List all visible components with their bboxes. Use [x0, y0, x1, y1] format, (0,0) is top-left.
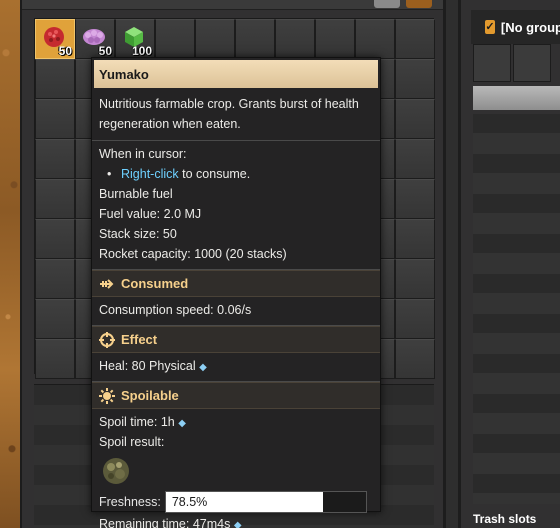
inventory-slot[interactable]	[35, 59, 75, 99]
consumption-speed-row: Consumption speed: 0.06/s	[99, 300, 373, 320]
heal-value: 80 Physical	[131, 359, 196, 373]
group-checkbox[interactable]: ✓	[485, 20, 495, 34]
logistics-bar[interactable]	[473, 86, 560, 110]
spoil-result-label: Spoil result:	[99, 435, 165, 449]
inventory-slot[interactable]	[35, 259, 75, 299]
remaining-time-row: Remaining time: 47m4s ◆	[99, 514, 373, 528]
effect-crosshair-icon	[99, 331, 115, 348]
consumed-header: Consumed	[92, 270, 380, 297]
inventory-slot[interactable]	[275, 19, 315, 59]
inventory-slot[interactable]	[395, 339, 435, 379]
logistics-slot[interactable]	[473, 44, 511, 82]
heal-label: Heal:	[99, 359, 129, 373]
rocket-capacity-label: Rocket capacity:	[99, 247, 191, 261]
freshness-row: Freshness: 78.5%	[99, 490, 373, 514]
inventory-slot[interactable]	[155, 19, 195, 59]
fuel-value: 2.0 MJ	[163, 207, 202, 221]
freshness-value: 78.5%	[171, 495, 208, 509]
logistics-grid	[473, 114, 560, 504]
item-count: 100	[131, 44, 152, 58]
inventory-slot[interactable]	[195, 19, 235, 59]
item-count: 50	[58, 44, 72, 58]
heal-row: Heal: 80 Physical ◆	[99, 356, 373, 376]
right-click-key: Right-click	[121, 167, 179, 181]
stack-size-row: Stack size: 50	[99, 224, 373, 244]
inventory-slot[interactable]	[395, 179, 435, 219]
spoilable-gear-icon	[99, 387, 115, 404]
inventory-slot[interactable]	[395, 99, 435, 139]
fuel-value-row: Fuel value: 2.0 MJ	[99, 204, 373, 224]
consumed-icon	[99, 276, 115, 292]
inventory-slot[interactable]	[35, 139, 75, 179]
tooltip-description: Nutritious farmable crop. Grants burst o…	[92, 88, 380, 141]
inventory-slot[interactable]	[395, 299, 435, 339]
info-diamond-icon: ◆	[178, 418, 186, 429]
bullet-icon: •	[107, 167, 112, 181]
tooltip-properties: When in cursor: • Right-click to consume.…	[92, 141, 380, 270]
inventory-slot[interactable]	[35, 219, 75, 259]
inventory-slot[interactable]: 100	[115, 19, 155, 59]
inventory-slot[interactable]	[35, 179, 75, 219]
spoilable-heading: Spoilable	[121, 388, 179, 403]
inventory-slot[interactable]	[395, 139, 435, 179]
rocket-capacity-value: 1000 (20 stacks)	[194, 247, 287, 261]
inventory-slot[interactable]	[315, 19, 355, 59]
freshness-bar: 78.5%	[164, 491, 367, 513]
item-count: 50	[98, 44, 112, 58]
inventory-slot[interactable]	[35, 339, 75, 379]
consumption-speed-value: 0.06/s	[217, 303, 252, 317]
inventory-slot[interactable]	[395, 219, 435, 259]
freshness-label: Freshness:	[99, 495, 161, 509]
world-background	[0, 0, 22, 528]
burnable-label: Burnable fuel	[99, 187, 173, 201]
inventory-slot[interactable]	[395, 19, 435, 59]
tooltip-title: Yumako	[94, 60, 378, 88]
inventory-slot[interactable]	[355, 19, 395, 59]
effect-heading: Effect	[121, 332, 158, 347]
remaining-time-label: Remaining time:	[99, 517, 190, 528]
effect-section: Heal: 80 Physical ◆	[92, 353, 380, 382]
cursor-action-text: to consume.	[182, 167, 251, 181]
inventory-slot[interactable]	[235, 19, 275, 59]
logistics-slot[interactable]	[513, 44, 551, 82]
item-tooltip: Yumako Nutritious farmable crop. Grants …	[91, 57, 381, 528]
cursor-action: • Right-click to consume.	[99, 164, 373, 184]
consumption-speed-label: Consumption speed:	[99, 303, 214, 317]
inventory-slot[interactable]: 50	[75, 19, 115, 59]
spoil-result	[99, 452, 373, 490]
fuel-value-label: Fuel value:	[99, 207, 161, 221]
stack-size-value: 50	[162, 227, 177, 241]
spoil-time-label: Spoil time:	[99, 415, 158, 429]
trash-slots-label: Trash slots	[473, 512, 537, 526]
remaining-time-value: 47m4s	[192, 517, 231, 528]
stack-size-label: Stack size:	[99, 227, 160, 241]
spoilage-icon	[103, 458, 129, 484]
spoil-time-row: Spoil time: 1h ◆	[99, 412, 373, 432]
spoilable-section: Spoil time: 1h ◆ Spoil result: Freshness…	[92, 409, 380, 528]
effect-header: Effect	[92, 326, 380, 353]
inventory-slot[interactable]	[35, 99, 75, 139]
orange-button[interactable]	[406, 0, 432, 8]
logistics-panel: ✓ [No group Trash slots	[458, 0, 560, 528]
consumed-heading: Consumed	[121, 276, 189, 291]
inventory-slot[interactable]	[395, 259, 435, 299]
inventory-slot[interactable]	[35, 299, 75, 339]
info-diamond-icon: ◆	[233, 520, 242, 528]
inventory-slot[interactable]	[395, 59, 435, 99]
info-diamond-icon: ◆	[199, 362, 207, 373]
rocket-capacity-row: Rocket capacity: 1000 (20 stacks)	[99, 244, 373, 264]
logistics-group-header[interactable]: ✓ [No group	[471, 10, 560, 44]
pencil-button[interactable]	[374, 0, 400, 8]
spoilable-header: Spoilable	[92, 382, 380, 409]
logistics-slots	[473, 44, 560, 84]
panel-top-strip	[22, 0, 443, 10]
group-label: [No group	[500, 19, 560, 35]
spoil-time-value: 1h	[160, 415, 175, 429]
consumed-section: Consumption speed: 0.06/s	[92, 297, 380, 326]
inventory-slot[interactable]: 50	[35, 19, 75, 59]
cursor-heading: When in cursor:	[99, 147, 187, 161]
